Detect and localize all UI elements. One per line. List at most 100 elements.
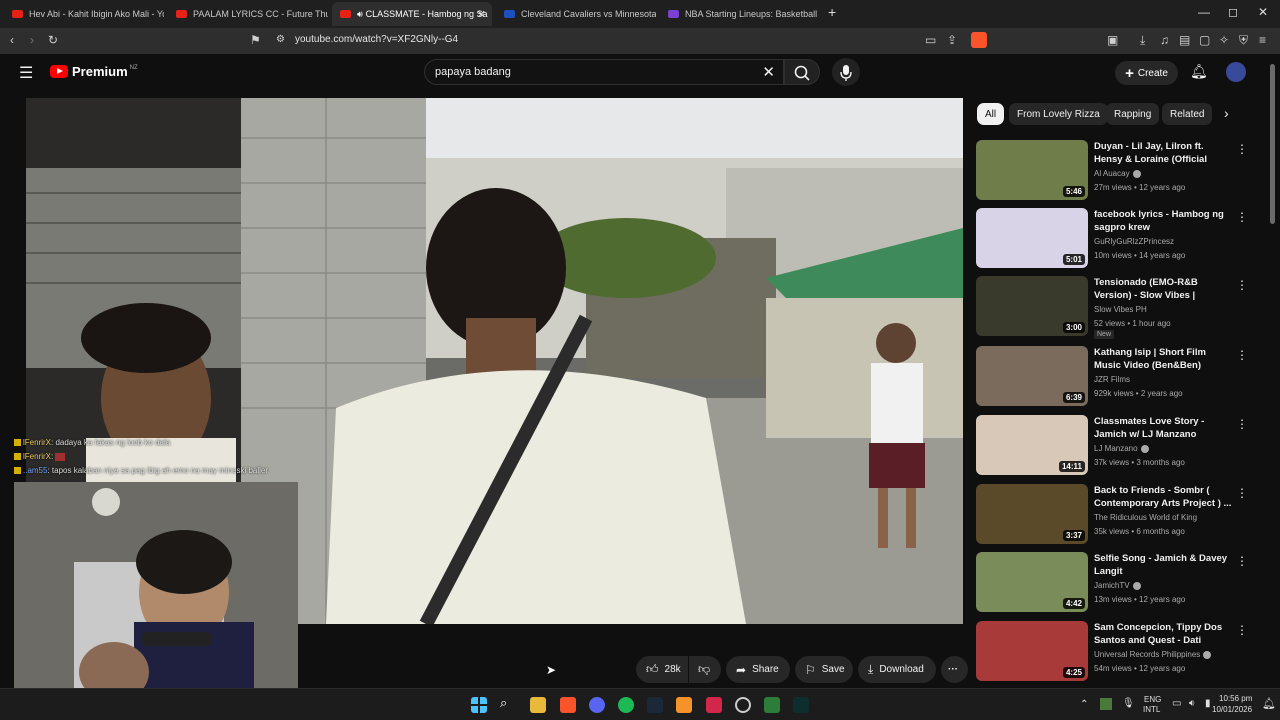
video-thumbnail[interactable]: 4:42: [976, 552, 1088, 612]
download-button[interactable]: ⤓ Download: [858, 656, 936, 683]
terminal-icon[interactable]: [793, 697, 809, 713]
volume-icon[interactable]: 🔉︎: [1189, 698, 1195, 709]
bell-icon[interactable]: 🔔︎: [1190, 63, 1208, 80]
share-page-icon[interactable]: ⇪: [947, 33, 957, 47]
recommended-video[interactable]: 4:25 Sam Concepcion, Tippy Dos Santos and…: [976, 621, 1248, 681]
recommended-video[interactable]: 5:01 facebook lyrics - Hambog ng sagpro k…: [976, 208, 1248, 268]
tray-app-icon[interactable]: [1100, 698, 1112, 710]
microphone-tray-icon[interactable]: 🎙︎: [1122, 698, 1135, 709]
new-tab-button[interactable]: +: [828, 4, 836, 20]
language-layout[interactable]: INTL: [1143, 705, 1160, 714]
close-window-button[interactable]: ✕: [1258, 5, 1268, 19]
share-button[interactable]: ➦ Share: [726, 656, 790, 683]
brave-shields-icon[interactable]: [971, 32, 987, 48]
leo-ai-icon[interactable]: ✧: [1219, 33, 1229, 47]
language-indicator[interactable]: ENG: [1144, 695, 1161, 704]
create-button[interactable]: + Create: [1115, 61, 1178, 85]
audio-playing-icon[interactable]: 🔊︎: [357, 9, 363, 20]
video-thumbnail[interactable]: 5:01: [976, 208, 1088, 268]
vpn-icon[interactable]: ⛨: [1239, 33, 1248, 48]
avatar[interactable]: [1226, 62, 1246, 82]
discord-icon[interactable]: [589, 697, 605, 713]
clear-search-icon[interactable]: ✕: [762, 63, 775, 81]
steam-icon[interactable]: [647, 697, 663, 713]
browser-tab[interactable]: Cleveland Cavaliers vs Minnesota Tim: [496, 2, 656, 26]
maximize-button[interactable]: ◻: [1228, 5, 1238, 19]
channel-name[interactable]: JamichTV: [1094, 581, 1141, 590]
video-thumbnail[interactable]: 3:37: [976, 484, 1088, 544]
clock-date[interactable]: 10/01/2026: [1212, 705, 1252, 714]
channel-name[interactable]: Universal Records Philippines: [1094, 650, 1212, 659]
like-button[interactable]: 👍︎ 28k: [636, 656, 688, 683]
search-button[interactable]: [784, 59, 820, 85]
video-title[interactable]: Selfie Song - Jamich & Davey Langit: [1094, 552, 1232, 578]
page-scrollbar[interactable]: [1269, 54, 1277, 688]
file-explorer-icon[interactable]: [530, 697, 546, 713]
video-thumbnail[interactable]: 4:25: [976, 621, 1088, 681]
video-thumbnail[interactable]: 6:39: [976, 346, 1088, 406]
channel-name[interactable]: Slow Vibes PH: [1094, 305, 1147, 314]
sidebar-icon[interactable]: ▤: [1179, 33, 1190, 47]
app-icon[interactable]: [706, 697, 722, 713]
browser-tab[interactable]: NBA Starting Lineups: Basketball Dai: [660, 2, 820, 26]
close-tab-icon[interactable]: ✕: [477, 8, 486, 21]
downloads-icon[interactable]: ⤓: [1140, 33, 1145, 48]
video-title[interactable]: facebook lyrics - Hambog ng sagpro krew: [1094, 208, 1232, 234]
more-vert-icon[interactable]: ⋮: [1236, 623, 1248, 637]
more-vert-icon[interactable]: ⋮: [1236, 278, 1248, 292]
brave-browser-icon[interactable]: [560, 697, 576, 713]
youtube-premium-logo[interactable]: Premium NZ: [50, 64, 138, 79]
app-icon[interactable]: [676, 697, 692, 713]
more-vert-icon[interactable]: ⋮: [1236, 142, 1248, 156]
search-icon[interactable]: ⌕: [500, 695, 516, 711]
obs-icon[interactable]: [735, 697, 751, 713]
more-vert-icon[interactable]: ⋮: [1236, 554, 1248, 568]
video-title[interactable]: Sam Concepcion, Tippy Dos Santos and Que…: [1094, 621, 1232, 647]
chip-rapping[interactable]: Rapping: [1106, 103, 1160, 125]
app-icon[interactable]: [764, 697, 780, 713]
forward-icon[interactable]: ›: [30, 33, 34, 47]
scrollbar-thumb[interactable]: [1270, 64, 1275, 224]
channel-name[interactable]: The Ridiculous World of King: [1094, 513, 1197, 522]
more-vert-icon[interactable]: ⋮: [1236, 348, 1248, 362]
clock-time[interactable]: 10:56 pm: [1219, 694, 1252, 703]
site-info-icon[interactable]: ⚙: [276, 34, 285, 45]
video-title[interactable]: Classmates Love Story - Jamich w/ LJ Man…: [1094, 415, 1232, 441]
back-icon[interactable]: ‹: [10, 33, 14, 47]
dislike-button[interactable]: 👎︎: [689, 656, 721, 683]
voice-search-button[interactable]: [832, 58, 860, 86]
search-box[interactable]: papaya badang ✕: [424, 59, 784, 85]
wallet-icon[interactable]: ▢: [1199, 33, 1210, 47]
bookmark-icon[interactable]: ⚑: [250, 33, 261, 47]
video-thumbnail[interactable]: 5:46: [976, 140, 1088, 200]
chip-all[interactable]: All: [977, 103, 1005, 125]
channel-name[interactable]: GuRlyGuRlzZPrincesz: [1094, 237, 1174, 246]
more-vert-icon[interactable]: ⋮: [1236, 486, 1248, 500]
tray-overflow-icon[interactable]: ⌃: [1080, 699, 1088, 710]
cast-icon[interactable]: ▭: [925, 33, 936, 47]
more-vert-icon[interactable]: ⋮: [1236, 417, 1248, 431]
chevron-right-icon[interactable]: ›: [1224, 105, 1229, 121]
reload-icon[interactable]: ↻: [48, 33, 58, 47]
battery-icon[interactable]: ▮: [1205, 698, 1211, 709]
more-vert-icon[interactable]: ⋮: [1236, 210, 1248, 224]
windows-start-icon[interactable]: [471, 697, 487, 713]
chip-from-lovely-rizza[interactable]: From Lovely Rizza: [1009, 103, 1108, 125]
channel-name[interactable]: Al Auacay: [1094, 169, 1141, 178]
minimize-button[interactable]: —: [1198, 5, 1210, 19]
recommended-video[interactable]: 14:11 Classmates Love Story - Jamich w/ L…: [976, 415, 1248, 475]
recommended-video[interactable]: 3:37 Back to Friends - Sombr ( Contempora…: [976, 484, 1248, 544]
browser-tab[interactable]: Hev Abi - Kahit Ibigin Ako Mali - You: [4, 2, 164, 26]
hamburger-menu-icon[interactable]: ☰: [19, 63, 33, 83]
search-input[interactable]: papaya badang: [435, 66, 511, 78]
video-title[interactable]: Kathang Isip | Short Film Music Video (B…: [1094, 346, 1232, 372]
recommended-video[interactable]: 5:46 Duyan - Lil Jay, Lilron ft. Hensy & …: [976, 140, 1248, 200]
network-icon[interactable]: ▭: [1172, 698, 1181, 709]
save-button[interactable]: ⚐ Save: [795, 656, 853, 683]
recommended-video[interactable]: 4:42 Selfie Song - Jamich & Davey Langit J…: [976, 552, 1248, 612]
chip-related[interactable]: Related: [1162, 103, 1213, 125]
channel-name[interactable]: JZR Films: [1094, 375, 1130, 384]
notifications-icon[interactable]: 🔔︎: [1262, 697, 1276, 710]
video-thumbnail[interactable]: 3:00: [976, 276, 1088, 336]
browser-menu-icon[interactable]: ≡: [1259, 33, 1266, 47]
